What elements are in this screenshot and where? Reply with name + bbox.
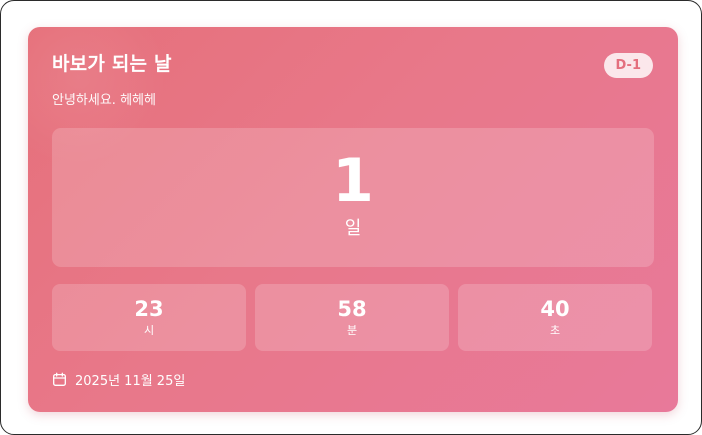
minutes-countdown-box: 58 분 <box>255 284 449 351</box>
hours-unit-label: 시 <box>143 324 155 337</box>
target-date-row: 2025년 11월 25일 <box>52 369 185 389</box>
days-value: 1 <box>332 146 374 216</box>
dday-card: 바보가 되는 날 D-1 안녕하세요. 헤헤헤 1 일 23 시 58 분 40… <box>28 27 678 412</box>
days-unit-label: 일 <box>344 218 362 239</box>
widget-frame: 바보가 되는 날 D-1 안녕하세요. 헤헤헤 1 일 23 시 58 분 40… <box>0 0 702 435</box>
card-title: 바보가 되는 날 <box>52 53 172 75</box>
days-countdown-box: 1 일 <box>52 128 654 267</box>
hours-value: 23 <box>134 297 164 321</box>
minutes-unit-label: 분 <box>346 324 358 337</box>
minutes-value: 58 <box>337 297 367 321</box>
dday-badge: D-1 <box>603 53 653 78</box>
card-subtitle: 안녕하세요. 헤헤헤 <box>52 93 156 108</box>
target-date-text: 2025년 11월 25일 <box>75 373 186 389</box>
calendar-icon <box>53 372 66 386</box>
seconds-unit-label: 초 <box>549 324 561 337</box>
seconds-value: 40 <box>540 297 570 321</box>
seconds-countdown-box: 40 초 <box>458 284 652 351</box>
hours-countdown-box: 23 시 <box>52 284 246 351</box>
